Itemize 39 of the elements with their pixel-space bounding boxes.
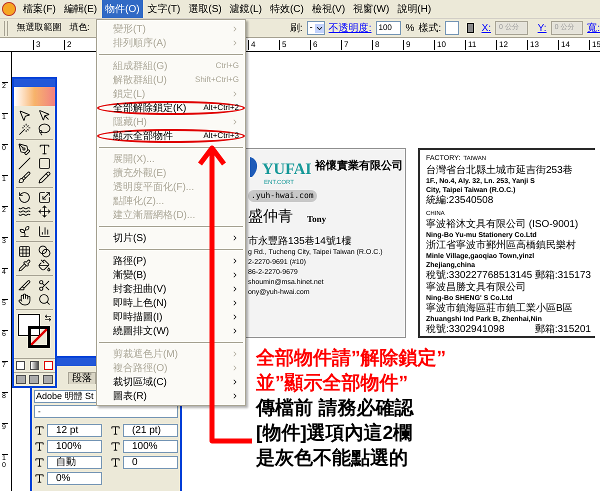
ruler-number: 4 [248, 40, 279, 50]
card-text-line: 台灣省台北縣土城市延吉街253巷 [426, 164, 574, 176]
annotation-text: 是灰色不能點選的 [256, 447, 409, 471]
ruler-number: 8 [372, 40, 403, 50]
company-name: 裕懷實業有限公司 [315, 158, 403, 174]
address-line: 市永豐路135巷14號1樓 [248, 234, 352, 248]
person-name: 盛仲青 [248, 207, 293, 227]
card-text-line: 寧波市鎮海區莊市鎮工業小區B區 [426, 302, 574, 314]
style-label: 樣式: [418, 22, 442, 36]
card-text-line: 寧波裕沐文具有限公司 (ISO-9001) [426, 218, 580, 230]
ruler-number: 7 [341, 40, 372, 50]
ruler-number: 12 [496, 40, 527, 50]
ruler-number: 14 [558, 40, 589, 50]
website-label: .yuh-hwai.com [248, 190, 317, 202]
ruler-number: 11 [465, 40, 496, 50]
brush-label: 刷: [290, 22, 303, 36]
annotation-text: 傳檔前 請務必確認 [256, 396, 415, 421]
annotation-text: 並”顯示全部物件” [256, 372, 409, 396]
annotation-text: 全部物件請”解除鎖定” [256, 346, 446, 371]
postal-code-text: 郵箱:315201 [534, 324, 591, 336]
card-text-line: 統編:23540508 [426, 194, 494, 206]
tax-id-text: 稅號:3302941098 [426, 324, 504, 336]
ruler-number: 9 [403, 40, 434, 50]
card-text-line: 寧波昌勝文具有限公司 [426, 282, 527, 294]
card-text-line: 浙江省寧波市鄞州區高橋鎮民樂村 [426, 240, 577, 252]
selection-label: 無選取範圍 [16, 21, 62, 34]
ruler-number: 3 [33, 40, 64, 50]
postal-code-text: 郵箱:315173 [534, 270, 591, 282]
percent-label: % [405, 22, 414, 36]
ruler-number: 2 [64, 40, 95, 50]
english-name: Tony [307, 213, 326, 226]
logo-text: YUFAI [262, 161, 312, 179]
tax-id-text: 稅號:330227768513145 [426, 270, 532, 282]
ruler-number: 6 [310, 40, 341, 50]
fill-label: 填色: [69, 21, 90, 34]
ruler-number: 13 [527, 40, 558, 50]
annotation-text: [物件]選項內這2欄 [256, 422, 414, 446]
ruler-number: 10 [434, 40, 465, 50]
ruler-number: 5 [279, 40, 310, 50]
